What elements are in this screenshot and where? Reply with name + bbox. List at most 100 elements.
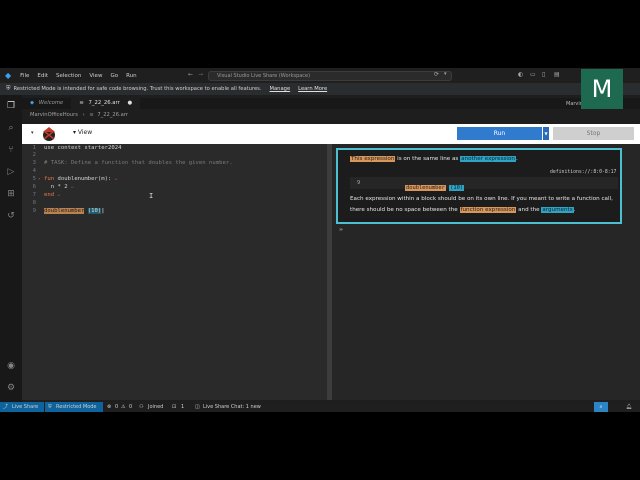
error-punct: .	[515, 156, 518, 162]
account-icon[interactable]: ◉	[5, 360, 17, 372]
error-explanation-1: Each expression within a block should be…	[350, 196, 613, 202]
run-dropdown-icon[interactable]: ▼	[542, 127, 549, 140]
menu-run[interactable]: Run	[126, 73, 137, 79]
return-arrow-icon: ↵	[70, 184, 74, 189]
breadcrumb-folder[interactable]: MarvinOfficeHours	[30, 112, 78, 118]
breadcrumb-file-icon: ≡	[89, 112, 94, 118]
interactions-panel: This expression is on the same line as a…	[332, 144, 640, 400]
menu-file[interactable]: File	[20, 73, 29, 79]
code-snippet: 9 doublenumber (10)	[350, 177, 618, 191]
search-icon[interactable]: ⌕	[5, 122, 17, 134]
error-function-highlight: doublenumber	[44, 208, 85, 214]
learn-more-link[interactable]: Learn More	[298, 86, 327, 92]
notifications-icon[interactable]: 🔔︎	[626, 403, 632, 411]
restricted-mode-banner: ⛨ Restricted Mode is intended for safe c…	[0, 83, 640, 95]
repl-prompt[interactable]: ›››	[339, 227, 343, 233]
this-expression-link[interactable]: This expression	[350, 156, 396, 162]
line-number: 3	[32, 160, 36, 166]
remote-indicator[interactable]: ⤴ Live Share	[0, 402, 44, 412]
stop-button[interactable]: Stop	[553, 127, 634, 140]
definitions-editor[interactable]: 1 2 3 4 5 6 7 8 9 use context starter202…	[22, 144, 327, 400]
run-button[interactable]: Run	[457, 127, 542, 140]
error-count: 0	[115, 404, 119, 410]
pyret-toolbar: ▾ ▾ View Run ▼ Stop	[22, 124, 640, 144]
menu-go[interactable]: Go	[110, 73, 118, 79]
snippet-line-number: 9	[357, 180, 361, 186]
chevron-down-icon[interactable]: ▾	[444, 71, 447, 77]
return-arrow-icon: ↵	[114, 176, 118, 181]
live-share-session-icon[interactable]: ⟳	[434, 71, 439, 78]
layout-icon[interactable]: ▭	[530, 71, 536, 78]
expl-text: and the	[516, 207, 542, 213]
avatar: M	[581, 69, 623, 109]
menu-edit[interactable]: Edit	[37, 73, 48, 79]
unsaved-dot-icon[interactable]: ●	[127, 100, 132, 106]
layout-icon-2[interactable]: ▯	[542, 71, 545, 78]
menu-selection[interactable]: Selection	[56, 73, 81, 79]
error-summary: This expression is on the same line as a…	[350, 156, 518, 162]
pyret-webview: ▾ ▾ View Run ▼ Stop 1 2 3 4 5 6 7 8 9 us…	[22, 124, 640, 400]
code-line-3: # TASK: Define a function that doubles t…	[44, 160, 233, 166]
function-body: n * 2	[44, 184, 68, 190]
live-share-icon[interactable]: ↺	[5, 210, 17, 222]
layout-icon-3[interactable]: ▤	[554, 71, 560, 78]
line-number: 5	[32, 176, 36, 182]
zoom-icon[interactable]: ⌕	[594, 402, 608, 412]
explorer-icon[interactable]: ❐	[5, 100, 17, 112]
error-argument-highlight: (10)	[87, 208, 102, 214]
error-explanation-2: there should be no space between the fun…	[350, 207, 575, 213]
shield-icon: ⛨	[48, 404, 52, 410]
line-number: 9	[32, 208, 36, 214]
line-number: 6	[32, 184, 36, 190]
view-menu-button[interactable]: ▾ View	[73, 129, 92, 136]
run-debug-icon[interactable]: ▷	[5, 166, 17, 178]
keyword-end: end	[44, 192, 55, 198]
copilot-icon[interactable]: ◐	[518, 71, 523, 78]
manage-link[interactable]: Manage	[270, 86, 291, 92]
another-expression-link[interactable]: another expression	[460, 156, 516, 162]
line-number: 2	[32, 152, 36, 158]
text-cursor: |	[101, 208, 105, 214]
error-location[interactable]: definitions://:8:0-8:17	[550, 170, 616, 175]
code-line-5: fun doublenumber(m): ↵	[44, 176, 117, 182]
tab-7-22-26[interactable]: ≡ 7_22_26.arr ●	[71, 98, 141, 109]
source-control-icon[interactable]: ⑂	[5, 144, 17, 156]
error-count-icon[interactable]: ⊗	[107, 403, 111, 411]
fold-arrow-icon[interactable]: ▾	[38, 176, 40, 181]
forward-arrow-icon[interactable]: →	[198, 71, 203, 78]
return-arrow-icon: ↵	[57, 192, 60, 197]
back-arrow-icon[interactable]: ←	[188, 71, 193, 78]
tab-welcome[interactable]: ◆ Welcome	[22, 98, 71, 109]
tab-label: Welcome	[38, 100, 64, 106]
menu-triangle-icon[interactable]: ▾	[31, 130, 34, 136]
code-line-1: use context starter2024	[44, 145, 122, 151]
participants-count[interactable]: 1	[181, 403, 184, 411]
restricted-message: Restricted Mode is intended for safe cod…	[13, 86, 262, 92]
joined-icon: ⚇	[139, 404, 144, 410]
extensions-icon[interactable]: ⊞	[5, 188, 17, 200]
mouse-ibeam-cursor: I	[149, 192, 154, 200]
function-expression-link[interactable]: function expression	[459, 207, 517, 213]
error-message-box: This expression is on the same line as a…	[336, 148, 622, 224]
menu-view[interactable]: View	[89, 73, 102, 79]
arguments-link[interactable]: arguments	[541, 207, 574, 213]
expl-text: .	[573, 207, 576, 213]
command-center[interactable]: Visual Studio Live Share (Workspace)	[208, 71, 452, 81]
chat-icon: ◫	[195, 404, 200, 410]
line-number: 8	[32, 200, 36, 206]
live-share-chat[interactable]: Live Share Chat: 1 new	[203, 403, 261, 411]
joined-label[interactable]: Joined	[148, 403, 163, 411]
breadcrumb-separator-icon: ›	[82, 112, 85, 118]
vscode-logo-icon: ◆	[5, 71, 12, 80]
breadcrumb-file[interactable]: 7_22_26.arr	[97, 112, 128, 118]
warning-count-icon[interactable]: ⚠	[121, 403, 125, 411]
function-header: doublenumber(m):	[54, 176, 112, 182]
warning-count: 0	[129, 404, 133, 410]
code-line-7: end ↵	[44, 192, 60, 198]
activity-bar: ❐ ⌕ ⑂ ▷ ⊞ ↺ ◉ ⚙	[0, 95, 22, 402]
view-label: View	[77, 129, 93, 136]
restricted-mode-status[interactable]: ⛨ Restricted Mode	[45, 402, 103, 412]
gear-icon[interactable]: ⚙	[5, 382, 17, 394]
live-share-status-icon: ⤴	[3, 404, 9, 410]
line-number: 7	[32, 192, 36, 198]
